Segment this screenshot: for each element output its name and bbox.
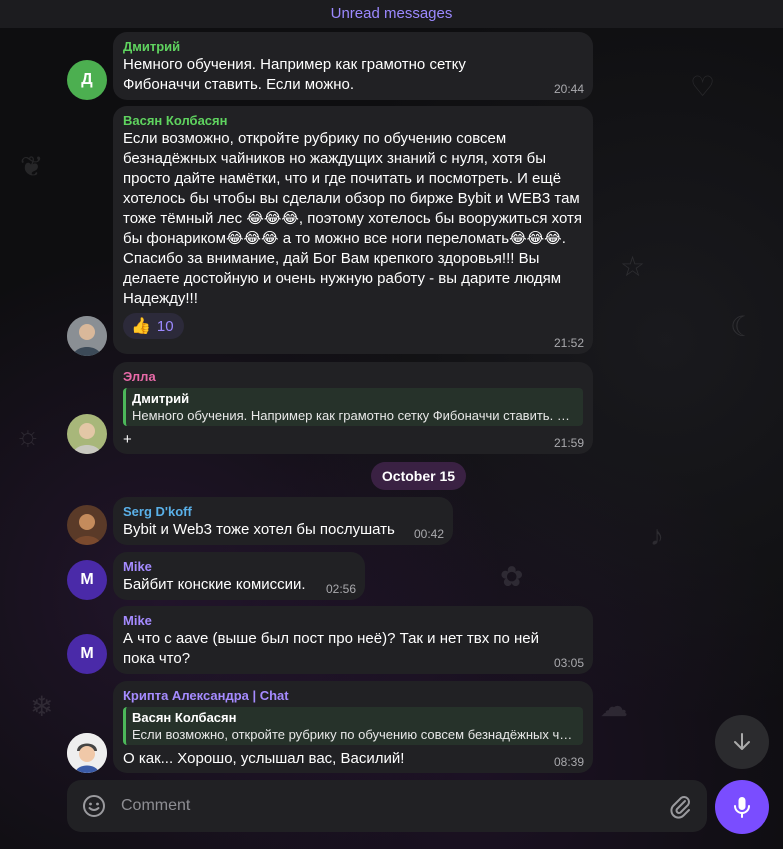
thumbs-up-icon: 👍 bbox=[131, 318, 151, 335]
message-text: Немного обучения. Например как грамотно … bbox=[123, 56, 466, 93]
person-photo-icon bbox=[67, 316, 107, 356]
sender-name[interactable]: Дмитрий bbox=[123, 38, 583, 55]
avatar-mike[interactable]: M bbox=[67, 634, 107, 674]
avatar-kripta-aleksandra[interactable] bbox=[67, 733, 107, 773]
message-text: О как... Хорошо, услышал вас, Василий! bbox=[123, 750, 405, 767]
message-time: 00:42 bbox=[413, 527, 444, 541]
message-bubble[interactable]: Васян Колбасян Если возможно, откройте р… bbox=[113, 106, 593, 354]
message-bubble[interactable]: Крипта Александра | Chat Васян Колбасян … bbox=[113, 681, 593, 773]
message-time: 08:39 bbox=[553, 755, 584, 769]
sender-name[interactable]: Васян Колбасян bbox=[123, 112, 583, 129]
reply-preview[interactable]: Васян Колбасян Если возможно, откройте р… bbox=[123, 707, 583, 745]
attach-button[interactable] bbox=[667, 793, 693, 819]
message-text: Байбит конские комиссии. bbox=[123, 576, 306, 593]
reaction-chip[interactable]: 👍 10 bbox=[123, 313, 184, 339]
leaf-doodle-icon: ❦ bbox=[20, 151, 44, 182]
microphone-icon bbox=[734, 797, 750, 818]
message-time: 03:05 bbox=[553, 656, 584, 670]
reply-text: Немного обучения. Например как грамотно … bbox=[132, 408, 577, 423]
unread-messages-bar: Unread messages bbox=[0, 0, 783, 28]
avatar-serg[interactable] bbox=[67, 505, 107, 545]
message-bubble[interactable]: Mike Байбит конские комиссии. 02:56 bbox=[113, 552, 365, 600]
paperclip-icon bbox=[670, 796, 690, 819]
heart-doodle-icon: ♡ bbox=[690, 71, 716, 102]
message-time: 21:59 bbox=[553, 436, 584, 450]
avatar-letter: Д bbox=[81, 71, 93, 88]
message-bubble[interactable]: Дмитрий Немного обучения. Например как г… bbox=[113, 32, 593, 100]
sender-name[interactable]: Mike bbox=[123, 558, 355, 575]
avatar-mike[interactable]: M bbox=[67, 560, 107, 600]
person-photo-icon bbox=[67, 505, 107, 545]
cartoon-avatar-icon bbox=[67, 733, 107, 773]
avatar-letter: M bbox=[80, 571, 94, 588]
smile-icon bbox=[83, 795, 105, 817]
reply-preview[interactable]: Дмитрий Немного обучения. Например как г… bbox=[123, 388, 583, 426]
reply-sender: Васян Колбасян bbox=[132, 710, 237, 725]
message-time: 20:44 bbox=[553, 82, 584, 96]
sender-name[interactable]: Serg D'koff bbox=[123, 503, 443, 520]
cloud-doodle-icon: ☁ bbox=[600, 691, 628, 722]
sender-name[interactable]: Элла bbox=[123, 368, 583, 385]
emoji-button[interactable] bbox=[81, 793, 107, 819]
message-time: 21:52 bbox=[553, 336, 584, 350]
moon-doodle-icon: ☾ bbox=[730, 311, 756, 342]
unread-label: Unread messages bbox=[330, 5, 453, 22]
message-bubble[interactable]: Serg D'koff Bybit и Web3 тоже хотел бы п… bbox=[113, 497, 453, 545]
flower-doodle-icon: ✿ bbox=[500, 561, 524, 592]
snow-doodle-icon: ❄ bbox=[30, 691, 54, 722]
date-separator: October 15 bbox=[371, 462, 466, 490]
message-time: 02:56 bbox=[325, 582, 356, 596]
reply-sender: Дмитрий bbox=[132, 391, 190, 406]
sender-name[interactable]: Mike bbox=[123, 612, 583, 629]
avatar-ella[interactable] bbox=[67, 414, 107, 454]
reaction-count: 10 bbox=[156, 317, 174, 335]
scroll-down-button[interactable] bbox=[715, 715, 769, 769]
chevron-down-icon bbox=[734, 733, 750, 750]
message-text: А что с aave (выше был пост про неё)? Та… bbox=[123, 630, 540, 667]
person-photo-icon bbox=[67, 414, 107, 454]
message-bubble[interactable]: Mike А что с aave (выше был пост про неё… bbox=[113, 606, 593, 674]
sender-name[interactable]: Крипта Александра | Chat bbox=[123, 687, 583, 704]
comment-input[interactable] bbox=[121, 792, 641, 820]
message-text: + bbox=[123, 431, 132, 448]
voice-record-button[interactable] bbox=[715, 780, 769, 834]
avatar-vasyan[interactable] bbox=[67, 316, 107, 356]
star-doodle-icon: ☆ bbox=[620, 251, 646, 282]
message-text: Bybit и Web3 тоже хотел бы послушать bbox=[123, 521, 395, 538]
message-bubble[interactable]: Элла Дмитрий Немного обучения. Например … bbox=[113, 362, 593, 454]
avatar-letter: M bbox=[80, 645, 94, 662]
music-doodle-icon: ♪ bbox=[650, 520, 664, 551]
avatar-dmitry[interactable]: Д bbox=[67, 60, 107, 100]
reply-text: Если возможно, откройте рубрику по обуче… bbox=[132, 727, 577, 742]
sun-doodle-icon: ☼ bbox=[15, 420, 41, 451]
message-text: Если возможно, откройте рубрику по обуче… bbox=[123, 130, 582, 307]
message-composer bbox=[67, 780, 707, 832]
